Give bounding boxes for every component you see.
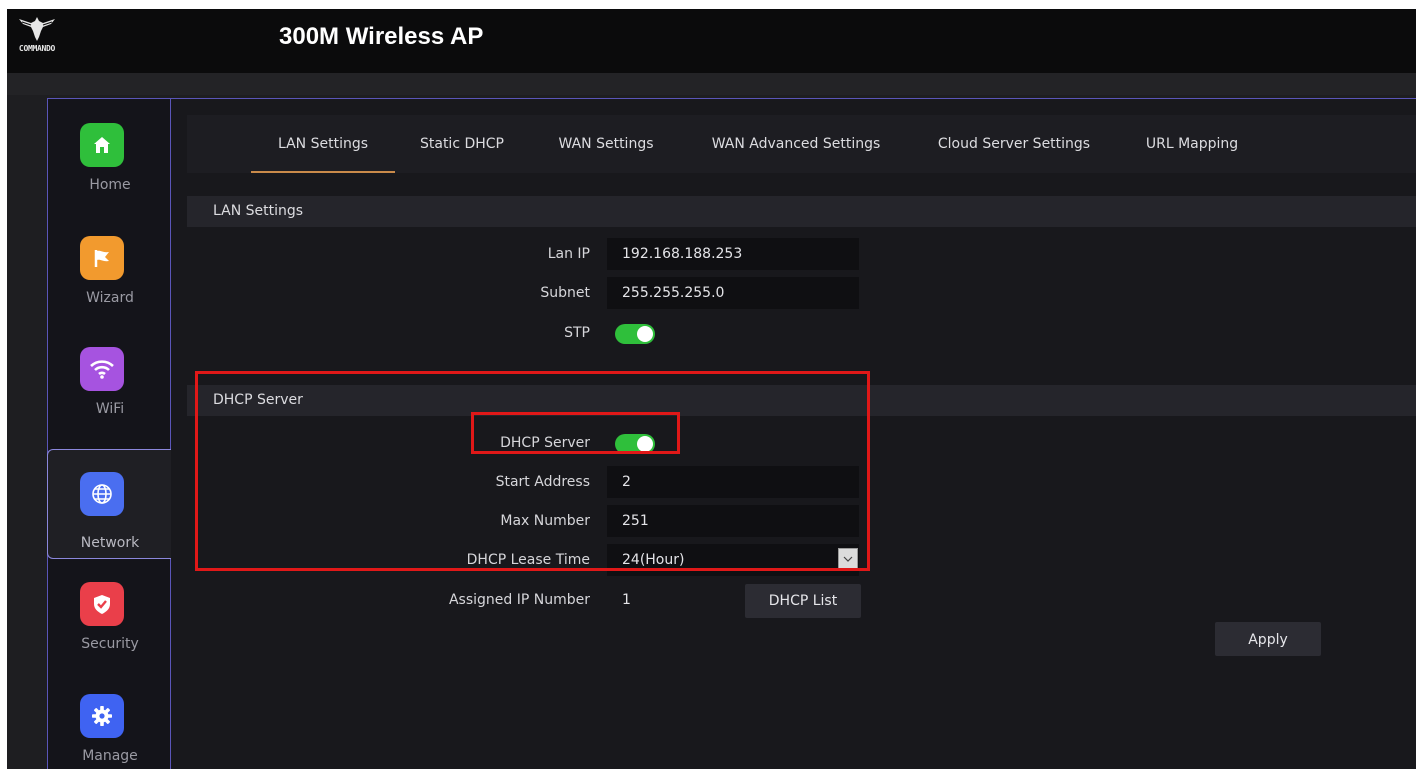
dhcp-list-button[interactable]: DHCP List (745, 584, 861, 618)
lease-time-select[interactable]: 24(Hour) (607, 544, 859, 576)
sidebar-item-manage[interactable]: Manage (48, 674, 172, 769)
home-icon (80, 123, 124, 167)
max-number-label: Max Number (500, 513, 590, 529)
toggle-knob (637, 436, 653, 452)
lease-time-row: DHCP Lease Time 24(Hour) (187, 544, 1416, 576)
sidebar-item-label: WiFi (95, 401, 125, 417)
stp-label: STP (564, 325, 590, 341)
logo-text: COMMANDO (18, 44, 56, 53)
shield-icon (80, 582, 124, 626)
stp-row: STP (187, 317, 1416, 349)
tab-cloud-server-settings[interactable]: Cloud Server Settings (929, 115, 1099, 173)
assigned-ip-row: Assigned IP Number 1 DHCP List (187, 584, 1416, 618)
sidebar-item-home[interactable]: Home (48, 103, 172, 213)
sidebar-item-label: Wizard (86, 290, 134, 306)
assigned-ip-value: 1 (622, 592, 631, 608)
lease-time-value: 24(Hour) (622, 552, 685, 568)
sidebar-item-network[interactable]: Network (47, 449, 173, 559)
main-panel: LAN Settings Static DHCP WAN Settings WA… (171, 98, 1416, 769)
max-number-row: Max Number 251 (187, 505, 1416, 537)
app-title: 300M Wireless AP (279, 23, 484, 50)
app-frame: COMMANDO 300M Wireless AP Home Wizard Wi… (7, 9, 1416, 769)
sidebar-item-wizard[interactable]: Wizard (48, 216, 172, 326)
lease-time-label: DHCP Lease Time (466, 552, 590, 568)
subnet-row: Subnet 255.255.255.0 (187, 277, 1416, 309)
wifi-icon (80, 347, 124, 391)
sidebar-item-label: Security (81, 636, 139, 652)
lan-ip-label: Lan IP (547, 246, 590, 262)
tab-url-mapping[interactable]: URL Mapping (1137, 115, 1247, 173)
dhcp-server-row: DHCP Server (187, 427, 1416, 459)
globe-icon (80, 472, 124, 516)
lan-settings-header: LAN Settings (187, 196, 1416, 227)
tab-wan-settings[interactable]: WAN Settings (549, 115, 663, 173)
subnet-label: Subnet (540, 285, 590, 301)
max-number-input[interactable]: 251 (607, 505, 859, 537)
sub-bar (7, 73, 1416, 95)
tab-wan-advanced-settings[interactable]: WAN Advanced Settings (701, 115, 891, 173)
dhcp-server-label: DHCP Server (500, 435, 590, 451)
gear-icon (80, 694, 124, 738)
toggle-knob (637, 326, 653, 342)
apply-button[interactable]: Apply (1215, 622, 1321, 656)
start-address-label: Start Address (495, 474, 590, 490)
tab-bar: LAN Settings Static DHCP WAN Settings WA… (187, 115, 1416, 173)
chevron-down-icon[interactable] (838, 548, 858, 570)
sidebar-item-label: Network (80, 535, 140, 551)
lan-ip-input[interactable]: 192.168.188.253 (607, 238, 859, 270)
brand-logo: COMMANDO (9, 15, 65, 65)
start-address-input[interactable]: 2 (607, 466, 859, 498)
subnet-input[interactable]: 255.255.255.0 (607, 277, 859, 309)
sidebar-item-label: Manage (82, 748, 138, 764)
flag-icon (80, 236, 124, 280)
dhcp-server-toggle[interactable] (615, 434, 655, 454)
sidebar-item-label: Home (89, 177, 131, 193)
top-bar: COMMANDO 300M Wireless AP (7, 9, 1416, 73)
assigned-ip-label: Assigned IP Number (448, 592, 590, 608)
tab-static-dhcp[interactable]: Static DHCP (417, 115, 507, 173)
stp-toggle[interactable] (615, 324, 655, 344)
tab-lan-settings[interactable]: LAN Settings (251, 115, 395, 173)
sidebar: Home Wizard WiFi Network Security Manage (47, 98, 173, 769)
sidebar-item-security[interactable]: Security (48, 562, 172, 672)
lan-ip-row: Lan IP 192.168.188.253 (187, 238, 1416, 270)
eagle-logo-icon (19, 17, 55, 41)
sidebar-item-wifi[interactable]: WiFi (48, 327, 172, 437)
dhcp-server-header: DHCP Server (187, 385, 1416, 416)
start-address-row: Start Address 2 (187, 466, 1416, 498)
